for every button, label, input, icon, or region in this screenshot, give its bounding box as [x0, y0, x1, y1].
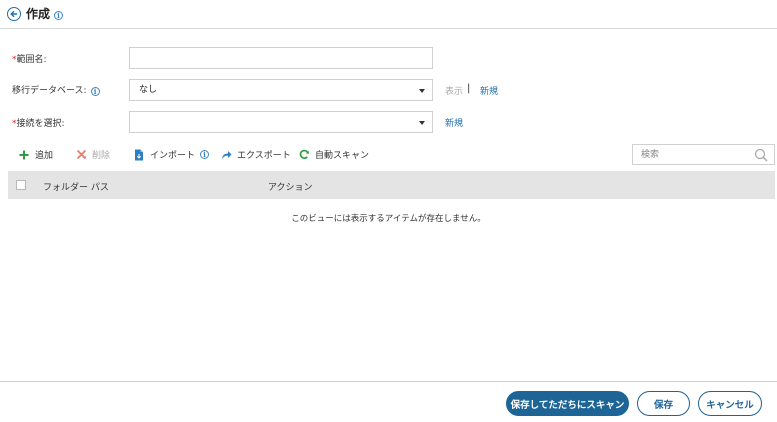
migration-db-label-text: 移行データベース:	[12, 86, 87, 96]
chevron-down-icon	[419, 121, 425, 125]
info-icon[interactable]: i	[90, 87, 100, 96]
search-box	[632, 144, 775, 165]
migration-db-label: 移行データベース: i	[12, 83, 100, 96]
export-button[interactable]: エクスポート	[220, 148, 291, 161]
delete-button[interactable]: 削除	[75, 148, 110, 161]
scope-name-input[interactable]	[129, 47, 433, 69]
save-and-scan-button[interactable]: 保存してただちにスキャン	[506, 391, 629, 416]
view-link: 表示	[445, 87, 464, 97]
add-label: 追加	[35, 151, 54, 161]
share-arrow-icon	[220, 149, 232, 161]
import-label: インポート	[150, 151, 196, 161]
scope-name-label-text: 範囲名:	[16, 55, 47, 65]
table-header: フォルダー パス アクション	[8, 171, 775, 199]
page-header: 作成 i	[0, 0, 777, 29]
migration-db-selected-value: なし	[139, 85, 158, 95]
connection-label-text: 接続を選択:	[16, 119, 65, 129]
page-title: 作成	[26, 7, 51, 21]
scope-name-label: *範囲名:	[12, 52, 47, 65]
autoscan-label: 自動スキャン	[315, 151, 370, 161]
plus-icon	[18, 149, 30, 161]
cancel-button[interactable]: キャンセル	[698, 391, 762, 416]
export-label: エクスポート	[237, 151, 291, 161]
add-button[interactable]: 追加	[18, 148, 53, 161]
back-arrow-icon[interactable]	[7, 7, 21, 21]
new-migration-db-link[interactable]: 新規	[480, 84, 498, 97]
select-all-checkbox[interactable]	[16, 180, 26, 190]
chevron-down-icon	[419, 89, 425, 93]
refresh-icon	[298, 149, 310, 161]
connection-label: *接続を選択:	[12, 116, 65, 129]
empty-table-message: このビューには表示するアイテムが存在しません。	[291, 214, 486, 224]
connection-select[interactable]	[129, 111, 433, 133]
footer-divider	[0, 381, 777, 382]
import-button[interactable]: インポート i	[133, 148, 210, 161]
new-connection-link[interactable]: 新規	[445, 116, 463, 129]
delete-icon	[75, 149, 87, 161]
magnifier-icon[interactable]	[754, 148, 768, 165]
migration-db-select[interactable]: なし	[129, 79, 433, 101]
info-icon[interactable]: i	[54, 11, 63, 20]
autoscan-button[interactable]: 自動スキャン	[298, 148, 369, 161]
import-file-icon	[133, 149, 145, 161]
search-input[interactable]	[633, 145, 748, 164]
column-header-folder-path[interactable]: フォルダー パス	[43, 180, 109, 193]
delete-label: 削除	[92, 151, 111, 161]
column-header-action[interactable]: アクション	[268, 180, 313, 193]
link-separator: |	[467, 83, 471, 94]
info-icon[interactable]: i	[200, 150, 210, 159]
save-button[interactable]: 保存	[637, 391, 690, 416]
